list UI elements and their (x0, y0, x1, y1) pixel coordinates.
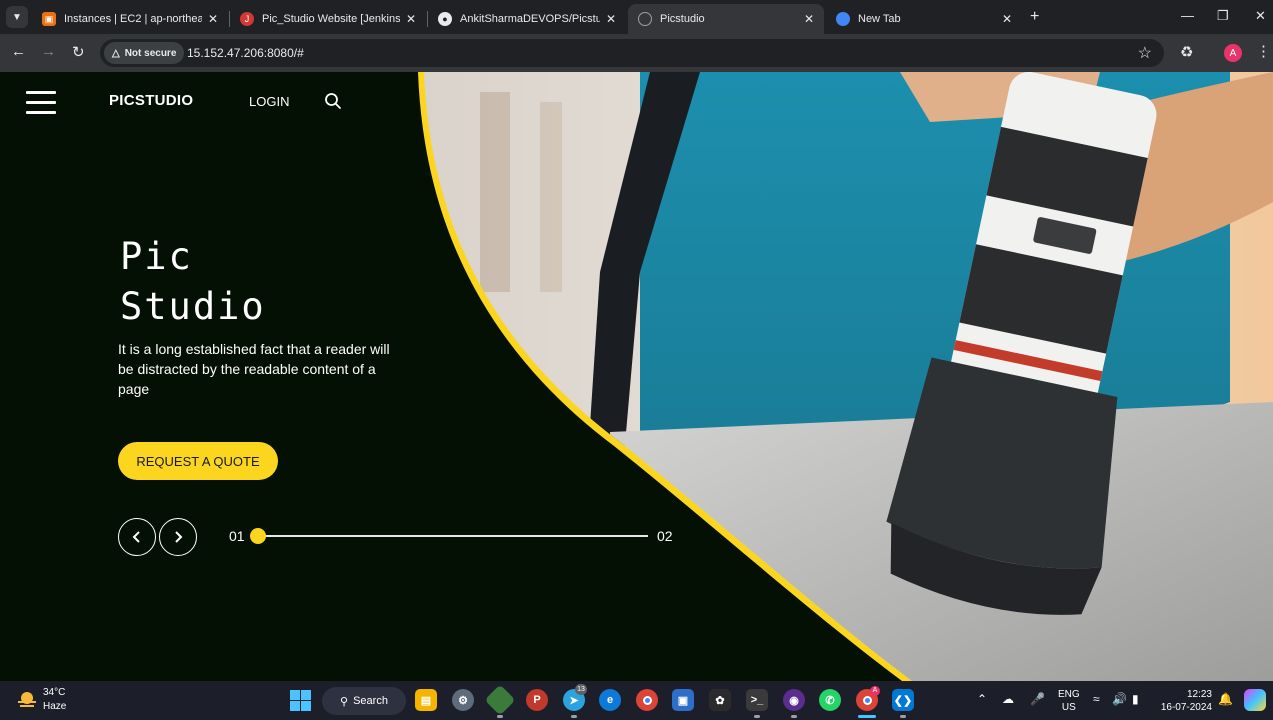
restore-button[interactable]: ❐ (1217, 8, 1229, 24)
obs-icon[interactable]: ◉ (783, 689, 805, 711)
globe-icon (638, 12, 652, 26)
onedrive-cloud-icon[interactable]: ☁ (1002, 692, 1014, 706)
login-link[interactable]: LOGIN (249, 94, 289, 109)
close-tab-icon[interactable]: ✕ (606, 12, 616, 26)
url-text[interactable]: 15.152.47.206:8080/# (187, 46, 304, 60)
microphone-icon[interactable]: 🎤 (1030, 692, 1045, 706)
extensions-icon[interactable]: ♻ (1180, 43, 1193, 61)
volume-icon[interactable]: 🔊 (1112, 692, 1127, 706)
chrome-icon (836, 12, 850, 26)
battery-icon[interactable]: ▮ (1132, 692, 1139, 706)
slide-current-number: 01 (229, 528, 245, 544)
notification-bell-icon[interactable]: 🔔 (1218, 692, 1233, 706)
clock-time: 12:23 (1186, 689, 1212, 700)
search-icon: ⚲ (340, 695, 349, 708)
close-tab-icon[interactable]: ✕ (804, 12, 814, 26)
address-bar[interactable]: △ Not secure 15.152.47.206:8080/# ☆ (100, 39, 1164, 67)
tab-search-button[interactable]: ▼ (6, 6, 28, 28)
hero-title: Pic Studio (120, 232, 266, 332)
reload-button[interactable]: ↻ (72, 43, 85, 61)
aws-icon: ▣ (42, 12, 56, 26)
taskbar-clock[interactable]: 12:23 16-07-2024 (1160, 688, 1212, 714)
tab-jenkins[interactable]: J Pic_Studio Website [Jenkins] ✕ (230, 4, 426, 34)
slide-progress-handle[interactable] (250, 528, 266, 544)
tab-title: Instances | EC2 | ap-northeast-3 (64, 13, 202, 25)
chrome-profile-badge: A (870, 686, 880, 696)
remote-desktop-icon[interactable]: ▣ (672, 689, 694, 711)
running-indicator (571, 715, 577, 718)
search-icon[interactable] (324, 92, 342, 110)
tab-new-tab[interactable]: New Tab ✕ (826, 4, 1022, 34)
windows-taskbar: 34°C Haze ⚲ Search ▤ ⚙ P ➤ 13 e ▣ ✿ >_ ◉… (0, 681, 1273, 720)
close-tab-icon[interactable]: ✕ (208, 12, 218, 26)
slide-total-number: 02 (657, 528, 673, 544)
active-indicator (858, 715, 876, 718)
tab-title: Picstudio (660, 13, 705, 25)
back-button[interactable]: ← (11, 43, 26, 60)
telegram-badge: 13 (575, 684, 587, 695)
hero-title-line2: Studio (120, 285, 266, 328)
hero-title-line1: Pic (120, 235, 193, 278)
profile-avatar[interactable]: A (1224, 44, 1242, 62)
taskbar-search-label: Search (353, 695, 388, 707)
close-window-button[interactable]: ✕ (1255, 8, 1266, 24)
chevron-right-icon (175, 531, 183, 543)
vscode-icon[interactable]: ❮❯ (892, 689, 914, 711)
prev-slide-button[interactable] (118, 518, 156, 556)
running-indicator (754, 715, 760, 718)
git-icon[interactable] (484, 684, 516, 716)
request-quote-button[interactable]: REQUEST A QUOTE (118, 442, 278, 480)
new-tab-button[interactable]: + (1030, 8, 1039, 26)
wifi-icon[interactable]: ≈ (1093, 692, 1100, 706)
picstudio-page: PICSTUDIO LOGIN Pic Studio It is a long … (0, 72, 1273, 681)
tab-title: New Tab (858, 13, 901, 25)
chrome-icon[interactable] (636, 689, 658, 711)
bookmark-star-icon[interactable]: ☆ (1138, 43, 1152, 63)
site-logo[interactable]: PICSTUDIO (109, 92, 193, 109)
tab-github[interactable]: ● AnkitSharmaDEVOPS/Picstudio ✕ (428, 4, 626, 34)
app-p-icon[interactable]: P (526, 689, 548, 711)
copilot-icon[interactable] (1244, 689, 1266, 711)
settings-gear-icon[interactable]: ⚙ (452, 689, 474, 711)
tab-ec2-instances[interactable]: ▣ Instances | EC2 | ap-northeast-3 ✕ (32, 4, 228, 34)
hero-description: It is a long established fact that a rea… (118, 341, 390, 397)
close-tab-icon[interactable]: ✕ (1002, 12, 1012, 26)
terminal-icon[interactable]: >_ (746, 689, 768, 711)
tab-title: AnkitSharmaDEVOPS/Picstudio (460, 13, 600, 25)
tab-title: Pic_Studio Website [Jenkins] (262, 13, 400, 25)
chevron-up-icon[interactable]: ⌃ (977, 692, 987, 706)
github-icon: ● (438, 12, 452, 26)
whatsapp-icon[interactable]: ✆ (819, 689, 841, 711)
weather-temperature[interactable]: 34°C (43, 687, 65, 698)
davinci-resolve-icon[interactable]: ✿ (709, 689, 731, 711)
forward-button[interactable]: → (41, 43, 56, 60)
running-indicator (900, 715, 906, 718)
minimize-button[interactable]: — (1181, 8, 1194, 23)
browser-toolbar: ← → ↻ △ Not secure 15.152.47.206:8080/# … (0, 34, 1273, 72)
chevron-left-icon (132, 531, 140, 543)
file-explorer-icon[interactable]: ▤ (415, 689, 437, 711)
close-tab-icon[interactable]: ✕ (406, 12, 416, 26)
language-code: ENG (1058, 689, 1080, 700)
clock-date: 16-07-2024 (1160, 702, 1212, 713)
tab-picstudio[interactable]: Picstudio ✕ (628, 4, 824, 34)
language-indicator[interactable]: ENG US (1058, 688, 1080, 714)
warning-icon: △ (112, 47, 120, 59)
running-indicator (791, 715, 797, 718)
slide-progress-track[interactable] (258, 535, 648, 537)
security-label: Not secure (124, 47, 177, 59)
browser-tabstrip: ▼ ▣ Instances | EC2 | ap-northeast-3 ✕ J… (0, 0, 1273, 34)
haze-weather-icon[interactable] (16, 690, 38, 710)
running-indicator (497, 715, 503, 718)
weather-condition[interactable]: Haze (43, 701, 66, 712)
windows-start-icon[interactable] (290, 690, 311, 711)
edge-icon[interactable]: e (599, 689, 621, 711)
next-slide-button[interactable] (159, 518, 197, 556)
region-code: US (1061, 702, 1076, 713)
browser-menu-icon[interactable]: ⋮ (1256, 42, 1271, 60)
jenkins-icon: J (240, 12, 254, 26)
taskbar-search[interactable]: ⚲ Search (322, 687, 406, 715)
menu-hamburger-icon[interactable] (26, 91, 56, 115)
security-chip[interactable]: △ Not secure (104, 42, 185, 64)
